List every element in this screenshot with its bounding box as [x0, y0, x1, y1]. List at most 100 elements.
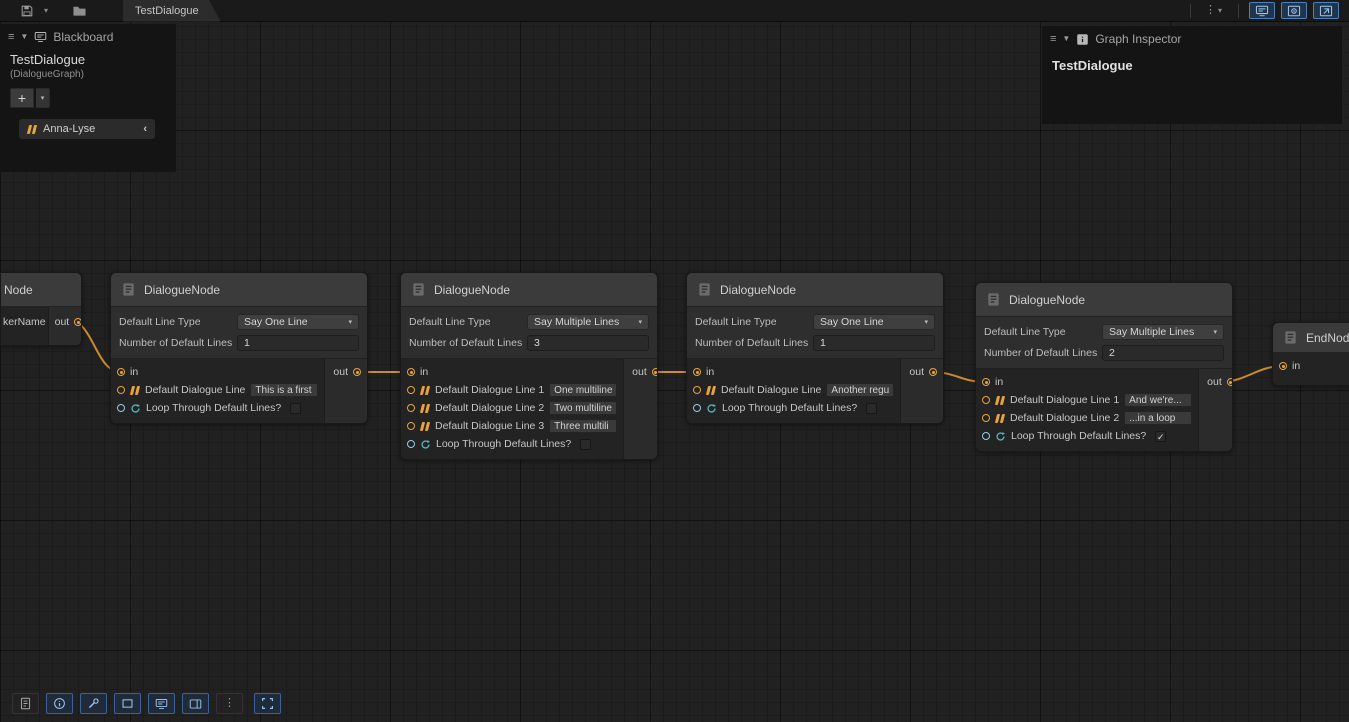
fullscreen-button[interactable]	[254, 693, 281, 714]
dialogue-node[interactable]: DialogueNode Default Line Type Say One L…	[686, 272, 944, 424]
blackboard-graph-name: TestDialogue	[10, 52, 166, 67]
blackboard-panel[interactable]: ≡ ▼ Blackboard TestDialogue (DialogueGra…	[0, 24, 176, 172]
node-title: DialogueNode	[1009, 293, 1085, 307]
node-title-bar[interactable]: DialogueNode	[687, 273, 943, 307]
loop-port[interactable]	[982, 432, 990, 440]
blackboard-field[interactable]: Anna-Lyse ‹	[18, 118, 156, 140]
dialogue-line-field[interactable]: Another regu	[826, 383, 894, 397]
node-title-bar[interactable]: DialogueNode	[976, 283, 1232, 317]
collapse-arrow-icon[interactable]: ▼	[1062, 35, 1070, 43]
inspector-toggle-button[interactable]	[46, 693, 73, 714]
preview-panel-icon	[1319, 5, 1333, 17]
port-label: in	[420, 366, 428, 378]
out-port[interactable]	[652, 368, 658, 376]
node-title: EndNode	[1306, 331, 1349, 345]
blackboard-header[interactable]: ≡ ▼ Blackboard	[0, 24, 176, 50]
toggle-preview-button[interactable]	[1313, 2, 1339, 19]
dialogue-line-port[interactable]	[407, 386, 415, 394]
in-port[interactable]	[982, 378, 990, 386]
loop-port[interactable]	[407, 440, 415, 448]
loop-port[interactable]	[117, 404, 125, 412]
in-port[interactable]	[117, 368, 125, 376]
graph-inspector-panel[interactable]: ≡ ▼ Graph Inspector TestDialogue	[1042, 26, 1342, 124]
dialogue-line-field[interactable]: Three multili	[549, 419, 617, 433]
node-title-bar[interactable]: DialogueNode	[401, 273, 657, 307]
out-port[interactable]	[1227, 378, 1233, 386]
num-lines-field[interactable]: 3	[527, 335, 649, 351]
dialogue-line-field[interactable]: ...in a loop	[1124, 411, 1192, 425]
field-expander-icon[interactable]: ‹	[143, 124, 147, 135]
out-port[interactable]	[74, 318, 82, 326]
dialogue-node[interactable]: DialogueNode Default Line Type Say Multi…	[400, 272, 658, 460]
line-type-dropdown[interactable]: Say Multiple Lines ▾	[1102, 324, 1224, 340]
end-node[interactable]: EndNode in	[1272, 322, 1349, 386]
in-port[interactable]	[1279, 362, 1287, 370]
port-label: Default Dialogue Line 2	[1010, 412, 1119, 424]
dropdown-caret-icon: ▾	[924, 318, 928, 326]
dialogue-node[interactable]: DialogueNode Default Line Type Say Multi…	[975, 282, 1233, 452]
toggle-inspector-button[interactable]	[1281, 2, 1307, 19]
toolbar-options-button[interactable]: ⋮ ▾	[1201, 2, 1228, 20]
graph-tab[interactable]: TestDialogue	[123, 0, 221, 22]
dialogue-line-field[interactable]: Two multiline	[549, 401, 617, 415]
dialogue-line-port[interactable]	[407, 404, 415, 412]
minimap-toggle-button[interactable]	[182, 693, 209, 714]
dialogue-line-port[interactable]	[117, 386, 125, 394]
dialogue-line-field[interactable]: And we're...	[1124, 393, 1192, 407]
node-title-bar[interactable]: DialogueNode	[111, 273, 367, 307]
tools-button[interactable]	[80, 693, 107, 714]
loop-checkbox[interactable]	[580, 439, 591, 450]
loop-port[interactable]	[693, 404, 701, 412]
num-lines-field[interactable]: 1	[237, 335, 359, 351]
save-dropdown-button[interactable]: ▾	[38, 2, 54, 20]
num-lines-field[interactable]: 2	[1102, 345, 1224, 361]
save-button[interactable]	[16, 2, 38, 20]
kebab-menu-icon: ⋮	[1205, 5, 1216, 16]
console-button[interactable]	[12, 693, 39, 714]
options-button[interactable]: ⋮	[216, 693, 243, 714]
quote-icon	[130, 386, 140, 395]
inspector-title: Graph Inspector	[1095, 32, 1181, 46]
dialogue-line-port[interactable]	[982, 396, 990, 404]
frame-all-button[interactable]	[114, 693, 141, 714]
quote-icon	[420, 386, 430, 395]
num-lines-field[interactable]: 1	[813, 335, 935, 351]
dialogue-line-port[interactable]	[693, 386, 701, 394]
add-property-button[interactable]: +	[10, 88, 34, 108]
out-port[interactable]	[929, 368, 937, 376]
inspector-icon	[1287, 5, 1301, 17]
collapse-arrow-icon[interactable]: ▼	[20, 33, 28, 41]
dialogue-line-port[interactable]	[407, 422, 415, 430]
line-type-dropdown[interactable]: Say Multiple Lines ▾	[527, 314, 649, 330]
port-label: out	[909, 366, 924, 378]
node-title-bar[interactable]: Node	[1, 273, 81, 307]
add-property-dropdown[interactable]: ▾	[36, 88, 50, 108]
dialogue-line-port[interactable]	[982, 414, 990, 422]
out-port[interactable]	[353, 368, 361, 376]
line-type-dropdown[interactable]: Say One Line ▾	[813, 314, 935, 330]
graph-canvas[interactable]: ▾ TestDialogue ⋮ ▾	[0, 0, 1349, 722]
loop-checkbox[interactable]	[290, 403, 301, 414]
dialogue-line-field[interactable]: One multiline	[549, 383, 617, 397]
open-asset-button[interactable]	[68, 2, 91, 20]
hamburger-icon[interactable]: ≡	[1050, 34, 1056, 45]
loop-checkbox[interactable]	[866, 403, 877, 414]
line-type-dropdown[interactable]: Say One Line ▾	[237, 314, 359, 330]
toggle-blackboard-button[interactable]	[1249, 2, 1275, 19]
dialogue-line-field[interactable]: This is a first	[250, 383, 318, 397]
hamburger-icon[interactable]: ≡	[8, 32, 14, 43]
inspector-header[interactable]: ≡ ▼ Graph Inspector	[1042, 26, 1342, 52]
port-label: Default Dialogue Line	[721, 384, 821, 396]
loop-checkbox[interactable]: ✓	[1155, 431, 1166, 442]
partial-node[interactable]: Node kerName out	[0, 272, 82, 346]
prop-label: Number of Default Lines	[409, 337, 527, 349]
blackboard-toggle-button[interactable]	[148, 693, 175, 714]
field-value: 1	[820, 337, 826, 349]
node-title-bar[interactable]: EndNode	[1273, 323, 1349, 353]
port-label: Default Dialogue Line 1	[1010, 394, 1119, 406]
in-port[interactable]	[407, 368, 415, 376]
bottom-toolbar: ⋮	[12, 693, 281, 714]
dialogue-node[interactable]: DialogueNode Default Line Type Say One L…	[110, 272, 368, 424]
blackboard-graph-type: (DialogueGraph)	[10, 69, 166, 80]
in-port[interactable]	[693, 368, 701, 376]
